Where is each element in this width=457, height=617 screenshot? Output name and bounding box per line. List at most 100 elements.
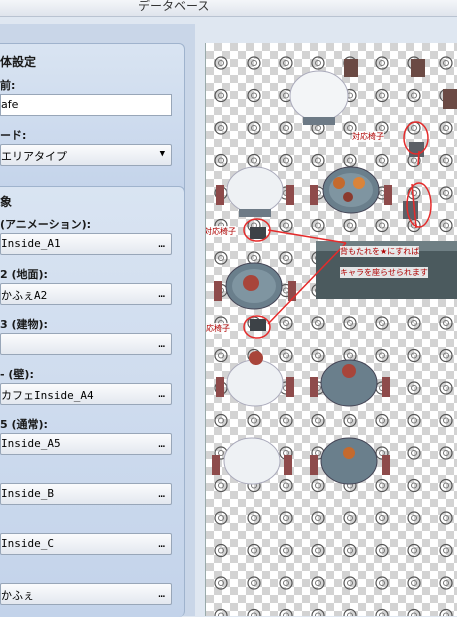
round-table-2 [216,166,294,217]
passable-marker-center [411,157,417,164]
slot-label-a1: (アニメーション): [0,218,92,231]
passable-marker [375,153,389,168]
passable-marker-center [379,92,385,99]
passable-marker-center [218,125,224,131]
round-table-8 [310,437,390,485]
passable-marker-center [218,515,224,521]
passable-marker [311,576,325,590]
passable-marker-center [347,125,353,131]
passable-marker-center [379,580,385,586]
passable-marker-center [379,222,385,229]
slot-b-button[interactable]: Inside_B … [0,483,172,505]
passable-marker [247,88,261,103]
passable-marker [279,576,293,590]
name-input[interactable]: afe [0,94,172,116]
passable-marker [214,543,228,558]
passable-marker [279,153,293,168]
passable-marker-center [379,190,385,196]
passable-marker [375,511,389,525]
annotation-label-4a: 背もたれを★にすれば [340,246,420,257]
passable-marker [407,446,421,460]
window-title: データベース [138,0,210,13]
passable-marker [214,88,228,103]
passable-marker [214,153,228,168]
passable-marker [279,251,293,265]
passable-marker [311,543,325,558]
passable-marker-center [283,580,289,586]
settings-panel: 体設定 前: afe ード: エリアタイプ ▼ 象 (アニメーション): Ins… [0,24,195,617]
passable-marker [343,413,357,428]
passable-marker-center [347,547,353,554]
browse-icon: … [158,587,165,600]
passable-marker [279,413,293,428]
passable-marker [375,316,389,330]
tileset-canvas [212,56,457,616]
slot-label-a4: - (壁): [0,368,34,381]
tileset-preview[interactable]: 対応椅子 対応椅子 対応椅子 背もたれを★にすれば キャラを座らせられます [205,43,457,616]
passable-marker [214,56,228,70]
passable-marker-center [443,222,449,229]
passable-marker-center [218,580,224,586]
passable-marker [247,56,261,70]
slot-a5-button[interactable]: Inside_A5 … [0,433,172,455]
passable-marker [343,511,357,525]
slot-c-value: Inside_C [1,537,54,550]
passable-marker [439,381,453,395]
general-settings-group: 体設定 前: afe ード: エリアタイプ ▼ [0,43,185,199]
round-table-3 [310,166,392,214]
passable-marker-center [315,157,321,164]
passable-marker [375,413,389,428]
passable-marker-center [283,547,289,554]
round-table-5 [216,351,294,407]
mode-select[interactable]: エリアタイプ ▼ [0,144,172,166]
passable-marker-center [218,157,224,164]
slot-d-button[interactable]: かふぇ … [0,583,172,605]
general-settings-heading: 体設定 [0,55,37,69]
passable-marker-center [283,92,289,99]
slot-a3-button[interactable]: … [0,333,172,355]
passable-marker-center [443,157,449,164]
passable-marker-center [315,60,321,66]
browse-icon: … [158,437,165,450]
passable-marker-center [443,125,449,131]
passable-marker [407,381,421,395]
name-label: 前: [0,79,16,92]
passable-marker-center [251,515,257,521]
slot-a4-button[interactable]: カフェInside_A4 … [0,383,172,405]
slot-a5-value: Inside_A5 [1,437,61,450]
mode-value: エリアタイプ [1,150,67,163]
passable-marker-center [283,287,289,294]
round-table-7 [212,437,292,485]
passable-marker-center [283,417,289,424]
slot-a2-button[interactable]: かふぇA2 … [0,283,172,305]
passable-marker-center [251,417,257,424]
slot-c-button[interactable]: Inside_C … [0,533,172,555]
passable-marker [439,413,453,428]
passable-marker-center [443,450,449,456]
passable-marker [279,543,293,558]
passable-marker [247,251,261,265]
passable-marker [214,348,228,363]
passable-marker-center [283,255,289,261]
passable-marker-center [315,320,321,326]
passable-marker [279,348,293,363]
passable-marker-center [315,580,321,586]
passable-marker-center [347,515,353,521]
passable-marker-center [411,515,417,521]
round-table-4 [214,262,296,310]
passable-marker [214,251,228,265]
passable-marker-center [379,515,385,521]
passable-marker [279,316,293,330]
passable-marker [214,576,228,590]
passable-marker-center [411,92,417,99]
passable-marker-center [443,320,449,326]
annotation-label-3: 対応椅子 [206,323,230,334]
passable-marker-center [283,222,289,229]
passable-marker [279,478,293,493]
slot-a1-button[interactable]: Inside_A1 … [0,233,172,255]
passable-marker-center [379,60,385,66]
passable-marker-center [347,352,353,359]
passable-marker [279,218,293,233]
passable-marker [407,478,421,493]
mode-label: ード: [0,129,27,142]
